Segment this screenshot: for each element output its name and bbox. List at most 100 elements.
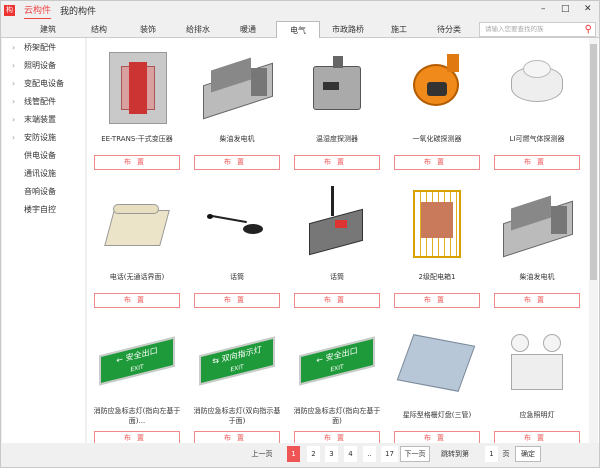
scrollbar-thumb[interactable]: [590, 44, 597, 280]
sidebar-item-label: 末端装置: [24, 115, 56, 124]
component-card: 电话(无通话界面) 布置: [87, 178, 187, 313]
exit-sign-icon[interactable]: ← 安全出口 EXIT: [299, 320, 375, 402]
component-name: EE-TRANS-干式变压器: [101, 135, 173, 143]
distribution-box-icon[interactable]: [399, 182, 475, 264]
place-button[interactable]: 布置: [494, 155, 580, 170]
component-name: 应急照明灯: [519, 411, 555, 419]
sidebar-item[interactable]: › 桥架配件: [2, 39, 85, 57]
sidebar-item[interactable]: 楼宇自控: [2, 201, 85, 219]
place-button[interactable]: 布置: [94, 293, 180, 308]
exit-sign-face: ⇆ 双向指示灯 EXIT: [199, 336, 275, 386]
sidebar-item[interactable]: › 变配电设备: [2, 75, 85, 93]
component-name: 话筒: [230, 273, 244, 281]
chevron-right-icon: ›: [12, 115, 16, 124]
sidebar-item[interactable]: 音响设备: [2, 183, 85, 201]
component-name: 温湿度探测器: [316, 135, 358, 143]
page-button[interactable]: 1: [287, 446, 300, 462]
sidebar-item[interactable]: › 线管配件: [2, 93, 85, 111]
chevron-right-icon: ›: [12, 133, 16, 142]
search-icon[interactable]: ⚲: [585, 23, 592, 36]
component-card: ← 安全出口 EXIT 消防应急标志灯(指向左基于面) 布置: [287, 316, 387, 451]
co-detector-icon[interactable]: [399, 44, 475, 126]
pagination: 上一页 1 2 3 4.. 17 下一页 跳转到第 1 页 确定: [2, 443, 599, 467]
humidity-detector-icon[interactable]: [299, 44, 375, 126]
place-button[interactable]: 布置: [194, 155, 280, 170]
component-card: 温湿度探测器 布置: [287, 40, 387, 175]
chevron-right-icon: ›: [12, 79, 16, 88]
place-button[interactable]: 布置: [494, 293, 580, 308]
component-name: 电话(无通话界面): [109, 273, 165, 281]
tab-category[interactable]: 结构: [77, 21, 121, 38]
place-button[interactable]: 布置: [194, 293, 280, 308]
chevron-right-icon: ›: [12, 97, 16, 106]
tab-category[interactable]: 施工: [377, 21, 421, 38]
tab-cloud-components[interactable]: 云构件: [24, 1, 52, 19]
sidebar-item[interactable]: 供电设备: [2, 147, 85, 165]
minimize-icon[interactable]: –: [541, 4, 546, 14]
sidebar-item[interactable]: › 安防设施: [2, 129, 85, 147]
component-card: LI可燃气体探测器 布置: [487, 40, 587, 175]
component-card: ← 安全出口 EXIT 消防应急标志灯(指向左基于面)... 布置: [87, 316, 187, 451]
sidebar-item-label: 通讯设施: [24, 169, 56, 178]
place-button[interactable]: 布置: [94, 155, 180, 170]
tab-category[interactable]: 给排水: [176, 21, 220, 38]
tab-category[interactable]: 市政路桥: [326, 21, 370, 38]
sidebar-item[interactable]: › 末端装置: [2, 111, 85, 129]
place-button[interactable]: 布置: [294, 293, 380, 308]
tab-category[interactable]: 装饰: [126, 21, 170, 38]
page-button[interactable]: 4: [344, 446, 357, 462]
exit-sign-icon[interactable]: ⇆ 双向指示灯 EXIT: [199, 320, 275, 402]
emergency-light-icon[interactable]: [499, 320, 575, 402]
generator-icon[interactable]: [499, 182, 575, 264]
page-button[interactable]: 2: [307, 446, 320, 462]
component-grid: EE-TRANS-干式变压器 布置 柴油发电机 布置 温湿度探测器 布置 一氧化碳探测器 布置…: [87, 38, 599, 446]
tab-category[interactable]: 电气: [276, 21, 320, 39]
search-placeholder: 请输入您要查找的族: [485, 25, 544, 33]
confirm-button[interactable]: 确定: [515, 446, 541, 462]
sidebar-item-label: 照明设备: [24, 61, 56, 70]
sidebar-item-label: 安防设施: [24, 133, 56, 142]
component-card: 应急照明灯 布置: [487, 316, 587, 451]
page-unit-label: 页: [502, 450, 510, 458]
app-logo-icon: 构: [4, 4, 15, 16]
microphone-icon[interactable]: [199, 182, 275, 264]
tab-my-components[interactable]: 我的构件: [60, 2, 96, 19]
tab-category[interactable]: 建筑: [26, 21, 70, 38]
window: 构 云构件 我的构件 – □ ✕ 请输入您要查找的族 ⚲ 建筑 结构 装饰 给排水 暖通电…: [0, 0, 600, 468]
exit-sign-icon[interactable]: ← 安全出口 EXIT: [99, 320, 175, 402]
sidebar-item-label: 线管配件: [24, 97, 56, 106]
chevron-right-icon: ›: [12, 61, 16, 70]
sidebar-item[interactable]: › 照明设备: [2, 57, 85, 75]
component-name: 柴油发电机: [519, 273, 555, 281]
exit-sign-text: 双向指示灯: [221, 344, 262, 364]
gas-detector-icon[interactable]: [499, 44, 575, 126]
component-name: 星际型格栅灯盘(三管): [402, 411, 472, 419]
generator-icon[interactable]: [199, 44, 275, 126]
exit-sign-face: ← 安全出口 EXIT: [99, 336, 175, 386]
component-card: 一氧化碳探测器 布置: [387, 40, 487, 175]
sidebar-item[interactable]: 通讯设施: [2, 165, 85, 183]
component-card: 星际型格栅灯盘(三管) 布置: [387, 316, 487, 451]
paging-console-icon[interactable]: [299, 182, 375, 264]
page-button[interactable]: 3: [325, 446, 338, 462]
next-page-button[interactable]: 下一页: [400, 446, 430, 462]
exit-sign-en-text: EXIT: [130, 363, 144, 374]
title-bar: 构 云构件 我的构件 – □ ✕: [1, 1, 599, 19]
close-icon[interactable]: ✕: [584, 4, 592, 14]
grille-light-icon[interactable]: [396, 320, 476, 402]
telephone-icon[interactable]: [99, 182, 175, 264]
tab-category[interactable]: 待分类: [427, 21, 471, 38]
place-button[interactable]: 布置: [394, 293, 480, 308]
place-button[interactable]: 布置: [294, 155, 380, 170]
maximize-icon[interactable]: □: [561, 4, 570, 14]
transformer-icon[interactable]: [99, 44, 175, 126]
component-name: 一氧化碳探测器: [412, 135, 462, 143]
page-button[interactable]: 17: [381, 446, 398, 462]
search-input[interactable]: 请输入您要查找的族 ⚲: [479, 22, 596, 37]
tab-category[interactable]: 暖通: [226, 21, 270, 38]
component-card: 2级配电箱1 布置: [387, 178, 487, 313]
place-button[interactable]: 布置: [394, 155, 480, 170]
jump-page-input[interactable]: 1: [485, 446, 498, 462]
prev-page-button[interactable]: 上一页: [246, 446, 278, 462]
scrollbar[interactable]: [589, 38, 598, 443]
